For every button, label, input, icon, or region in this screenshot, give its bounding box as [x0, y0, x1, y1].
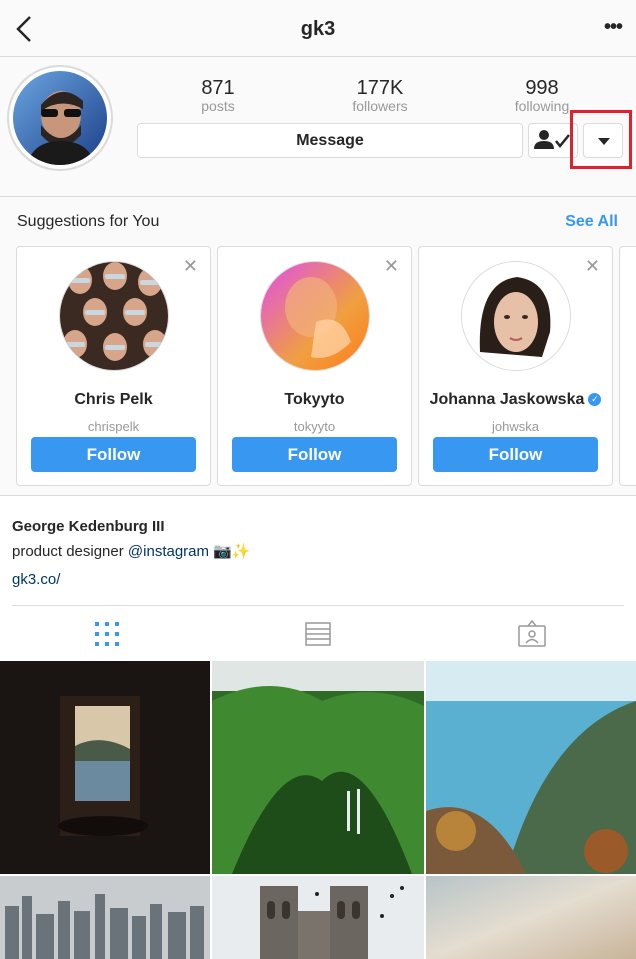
suggestion-handle: johwska: [492, 419, 539, 434]
mention-link[interactable]: @instagram: [128, 543, 209, 560]
suggestions-dropdown-button[interactable]: [583, 123, 623, 158]
stat-following[interactable]: 998 following: [487, 77, 597, 113]
suggestion-handle: chrispelk: [87, 419, 140, 434]
see-all-link[interactable]: See All: [565, 213, 618, 231]
website-link[interactable]: gk3.co/: [12, 570, 624, 590]
profile-bio: George Kedenburg III product designer @i…: [12, 518, 624, 590]
following-button[interactable]: [528, 123, 578, 158]
person-check-icon: [534, 130, 570, 149]
posts-label: posts: [201, 98, 235, 114]
suggestion-card[interactable]: ✕ Tokyyto tokyyto Follow: [217, 246, 412, 486]
profile-username-title: gk3: [300, 18, 336, 40]
grid-photo[interactable]: [0, 876, 210, 959]
suggestions-section: Suggestions for You See All ✕ Chris Pelk…: [0, 197, 636, 496]
suggestion-card[interactable]: ✕ Chris Pelk chrispelk Follow: [16, 246, 211, 486]
close-icon[interactable]: ✕: [384, 257, 399, 275]
top-bar: gk3 •••: [0, 0, 636, 57]
grid-photo[interactable]: [0, 661, 210, 874]
suggestion-avatar[interactable]: [260, 261, 370, 371]
avatar: [13, 71, 107, 165]
following-label: following: [514, 98, 570, 114]
stat-posts[interactable]: 871 posts: [163, 77, 273, 113]
follow-button[interactable]: Follow: [433, 437, 598, 472]
profile-avatar[interactable]: [7, 65, 113, 171]
follow-button[interactable]: Follow: [232, 437, 397, 472]
following-count: 998: [525, 77, 559, 99]
tagged-icon[interactable]: [517, 620, 547, 648]
suggestion-card-partial[interactable]: [619, 246, 636, 486]
ellipsis-icon[interactable]: •••: [604, 16, 626, 40]
suggestion-name[interactable]: Chris Pelk: [17, 391, 210, 409]
grid-photo[interactable]: [212, 876, 424, 959]
suggestion-handle: tokyyto: [293, 419, 336, 434]
grid-photo[interactable]: [426, 876, 636, 959]
bio-emoji: 📷✨: [213, 543, 251, 560]
posts-count: 871: [201, 77, 235, 99]
full-name: George Kedenburg III: [12, 518, 165, 535]
message-button[interactable]: Message: [137, 123, 523, 158]
grid-photo[interactable]: [426, 661, 636, 874]
close-icon[interactable]: ✕: [585, 257, 600, 275]
caret-down-icon: [598, 138, 610, 145]
follow-button[interactable]: Follow: [31, 437, 196, 472]
suggestion-card[interactable]: ✕ Johanna Jaskowska ✓ johwska Follow: [418, 246, 613, 486]
suggestion-avatar[interactable]: [461, 261, 571, 371]
suggestion-name[interactable]: Johanna Jaskowska ✓: [419, 391, 612, 409]
stat-followers[interactable]: 177K followers: [325, 77, 435, 113]
grid-photo[interactable]: [212, 661, 424, 874]
verified-badge-icon: ✓: [588, 393, 602, 407]
suggestions-title: Suggestions for You: [17, 213, 160, 230]
suggestion-avatar[interactable]: [59, 261, 169, 371]
grid-icon[interactable]: [92, 620, 122, 648]
followers-label: followers: [352, 98, 408, 114]
profile-tabs: [12, 605, 624, 661]
bio-text: product designer: [12, 543, 124, 560]
suggestion-name-text: Johanna Jaskowska: [429, 391, 585, 408]
followers-count: 177K: [356, 77, 404, 99]
bio-description: product designer @instagram 📷✨: [12, 542, 624, 562]
list-icon[interactable]: [303, 620, 333, 648]
suggestion-name[interactable]: Tokyyto: [218, 391, 411, 409]
photo-grid: [0, 661, 636, 959]
profile-header: 871 posts 177K followers 998 following M…: [0, 57, 636, 197]
close-icon[interactable]: ✕: [183, 257, 198, 275]
